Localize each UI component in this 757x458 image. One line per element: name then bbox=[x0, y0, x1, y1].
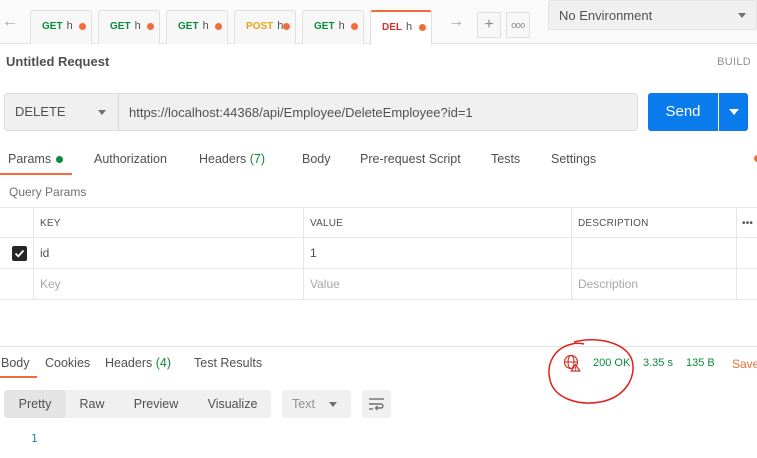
view-mode-visualize[interactable]: Visualize bbox=[194, 390, 271, 418]
wrap-lines-button[interactable] bbox=[362, 390, 391, 418]
environment-select-value: No Environment bbox=[559, 8, 653, 23]
checkmark-icon bbox=[14, 249, 25, 258]
request-tab-4[interactable]: POST h bbox=[234, 10, 296, 44]
tab-name-label: h bbox=[66, 20, 73, 32]
param-description-cell[interactable] bbox=[571, 238, 736, 269]
table-row-new: Key Value Description bbox=[0, 269, 757, 300]
header-description: DESCRIPTION bbox=[571, 208, 736, 239]
http-method-value: DELETE bbox=[15, 104, 66, 119]
hand-drawn-circle-annotation bbox=[548, 339, 634, 404]
tab-method-label: GET bbox=[314, 21, 335, 32]
chevron-down-icon bbox=[738, 13, 746, 18]
unsaved-dot-icon bbox=[419, 24, 426, 31]
tab-authorization[interactable]: Authorization bbox=[94, 152, 167, 166]
build-label[interactable]: BUILD bbox=[717, 56, 751, 68]
tab-name-label: h bbox=[134, 20, 141, 32]
column-options-button[interactable]: ••• bbox=[736, 208, 757, 239]
active-tab-indicator bbox=[0, 173, 72, 175]
request-tab-strip: ← GET h GET h GET h POST h GET h DEL h → + ooo… bbox=[0, 0, 757, 45]
request-tab-6-active[interactable]: DEL h bbox=[370, 10, 432, 45]
tab-name-label: h bbox=[406, 21, 413, 33]
response-headers-label: Headers bbox=[105, 356, 153, 370]
tab-params[interactable]: Params bbox=[8, 152, 64, 166]
tab-body[interactable]: Body bbox=[302, 152, 331, 166]
view-mode-preview[interactable]: Preview bbox=[118, 390, 194, 418]
chevron-down-icon bbox=[329, 402, 337, 407]
tab-tests[interactable]: Tests bbox=[491, 152, 520, 166]
active-tab-indicator bbox=[0, 376, 37, 378]
tab-more-button[interactable]: ooo bbox=[506, 12, 530, 38]
tab-method-label: GET bbox=[178, 21, 199, 32]
tab-back-arrow-icon[interactable]: ← bbox=[0, 10, 20, 34]
url-input[interactable] bbox=[119, 93, 638, 131]
send-options-dropdown[interactable] bbox=[719, 93, 748, 131]
response-size[interactable]: 135 B bbox=[686, 357, 715, 369]
http-method-select[interactable]: DELETE bbox=[4, 93, 119, 131]
unsaved-dot-icon bbox=[79, 23, 86, 30]
query-params-title: Query Params bbox=[9, 185, 87, 199]
response-tab-body[interactable]: Body bbox=[1, 356, 30, 370]
tab-params-label: Params bbox=[8, 152, 52, 166]
wrap-lines-icon bbox=[369, 398, 384, 411]
request-tab-1[interactable]: GET h bbox=[30, 10, 92, 44]
header-check-cell bbox=[0, 208, 33, 239]
response-time[interactable]: 3.35 s bbox=[643, 357, 673, 369]
row-spacer bbox=[736, 269, 757, 300]
environment-select[interactable]: No Environment bbox=[548, 0, 757, 30]
param-key-cell[interactable]: id bbox=[33, 238, 303, 269]
active-dot-icon bbox=[56, 156, 64, 164]
tab-method-label: GET bbox=[42, 21, 63, 32]
header-key: KEY bbox=[33, 208, 303, 239]
response-tab-test-results[interactable]: Test Results bbox=[194, 356, 262, 370]
view-mode-raw[interactable]: Raw bbox=[66, 390, 118, 418]
response-divider bbox=[0, 346, 757, 347]
query-params-table: KEY VALUE DESCRIPTION ••• id 1 Key Value… bbox=[0, 207, 757, 300]
tab-headers[interactable]: Headers (7) bbox=[199, 152, 265, 166]
row-check-cell bbox=[0, 269, 33, 300]
tab-headers-label: Headers bbox=[199, 152, 247, 166]
response-headers-count: (4) bbox=[155, 356, 172, 370]
save-response-link[interactable]: Save bbox=[732, 357, 757, 371]
tab-name-label: h bbox=[202, 20, 209, 32]
response-format-select[interactable]: Text bbox=[282, 390, 351, 418]
request-tab-5[interactable]: GET h bbox=[302, 10, 364, 44]
table-header-row: KEY VALUE DESCRIPTION ••• bbox=[0, 207, 757, 239]
response-format-value: Text bbox=[292, 397, 315, 411]
unsaved-dot-icon bbox=[283, 23, 290, 30]
param-value-cell[interactable]: 1 bbox=[303, 238, 571, 269]
table-row: id 1 bbox=[0, 238, 757, 269]
tab-method-label: POST bbox=[246, 21, 274, 32]
unsaved-dot-icon bbox=[147, 23, 154, 30]
tab-forward-arrow-icon[interactable]: → bbox=[446, 10, 466, 34]
header-value: VALUE bbox=[303, 208, 571, 239]
chevron-down-icon bbox=[729, 109, 739, 115]
new-key-input[interactable]: Key bbox=[33, 269, 303, 300]
view-mode-pretty[interactable]: Pretty bbox=[4, 390, 66, 418]
request-title[interactable]: Untitled Request bbox=[6, 54, 109, 69]
row-spacer bbox=[736, 238, 757, 269]
headers-count: (7) bbox=[249, 152, 266, 166]
row-check-cell bbox=[0, 238, 33, 269]
response-line-number: 1 bbox=[31, 432, 38, 445]
unsaved-dot-icon bbox=[351, 23, 358, 30]
response-tab-cookies[interactable]: Cookies bbox=[45, 356, 90, 370]
unsaved-dot-icon bbox=[215, 23, 222, 30]
chevron-down-icon bbox=[98, 110, 106, 115]
tab-settings[interactable]: Settings bbox=[551, 152, 596, 166]
send-button[interactable]: Send bbox=[648, 93, 718, 131]
new-description-input[interactable]: Description bbox=[571, 269, 736, 300]
request-tab-2[interactable]: GET h bbox=[98, 10, 160, 44]
tab-prerequest-script[interactable]: Pre-request Script bbox=[360, 152, 461, 166]
response-view-mode-group: Pretty Raw Preview Visualize bbox=[4, 390, 271, 418]
tab-name-label: h bbox=[338, 20, 345, 32]
new-value-input[interactable]: Value bbox=[303, 269, 571, 300]
param-enabled-checkbox[interactable] bbox=[12, 246, 27, 261]
new-tab-button[interactable]: + bbox=[477, 12, 501, 38]
request-tab-3[interactable]: GET h bbox=[166, 10, 228, 44]
response-tab-headers[interactable]: Headers (4) bbox=[105, 356, 171, 370]
tab-method-label: DEL bbox=[382, 22, 402, 33]
tab-method-label: GET bbox=[110, 21, 131, 32]
